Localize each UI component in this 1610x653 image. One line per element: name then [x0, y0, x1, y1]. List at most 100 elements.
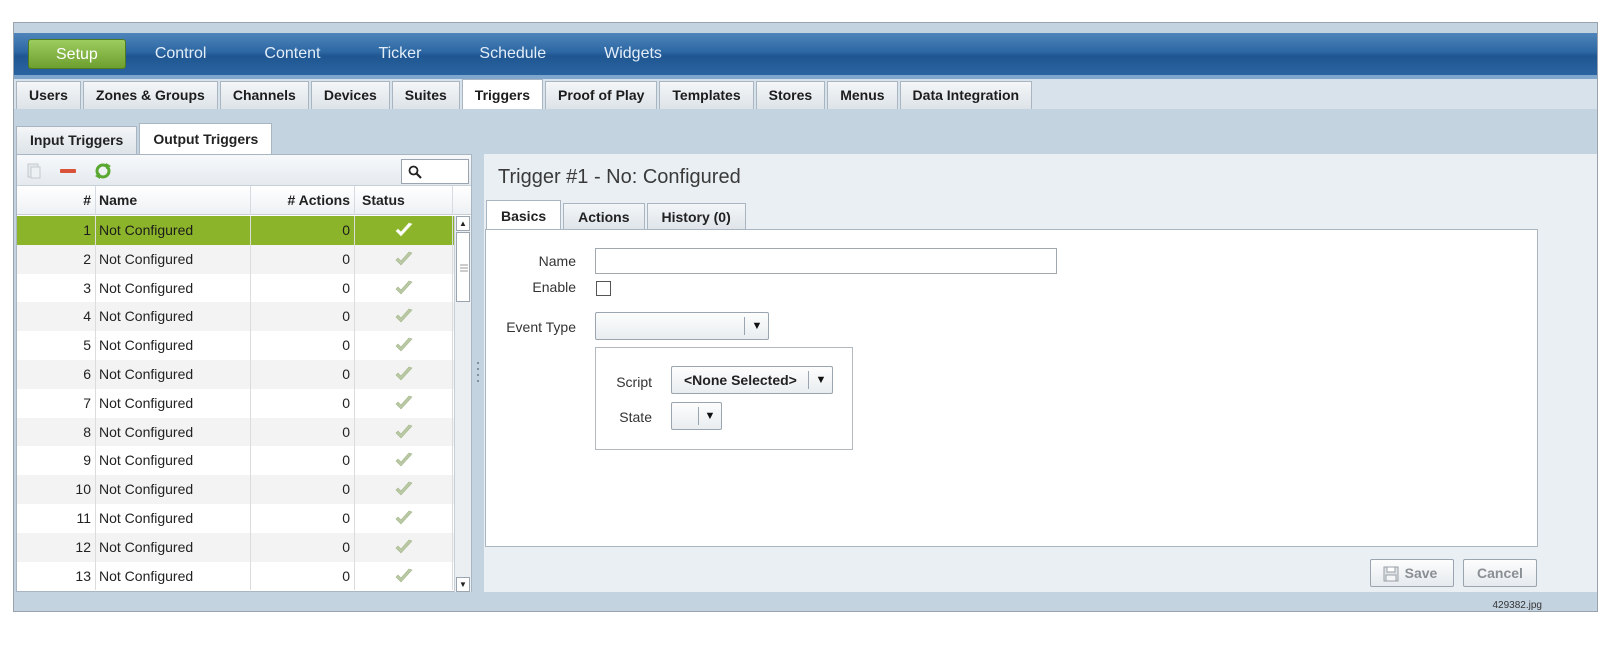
name-label: Name [538, 253, 576, 269]
row-number: 3 [17, 273, 96, 303]
row-name: Not Configured [97, 302, 251, 332]
row-name: Not Configured [97, 532, 251, 562]
column-header-number[interactable]: # [17, 186, 96, 215]
search-input[interactable] [401, 159, 469, 184]
row-status [356, 388, 453, 418]
topnav-setup[interactable]: Setup [28, 39, 126, 69]
row-number: 1 [17, 216, 96, 245]
topnav-ticker[interactable]: Ticker [349, 39, 450, 69]
row-number: 13 [17, 561, 96, 591]
topnav-widgets[interactable]: Widgets [575, 39, 691, 69]
table-row[interactable]: 11 Not Configured 0 [17, 503, 454, 533]
tab-stores[interactable]: Stores [755, 81, 826, 109]
row-action-count: 0 [252, 503, 355, 533]
table-row[interactable]: 9 Not Configured 0 [17, 446, 454, 476]
tab-templates[interactable]: Templates [659, 81, 754, 109]
script-select[interactable]: <None Selected> ▼ [671, 366, 833, 394]
row-action-count: 0 [252, 561, 355, 591]
row-number: 11 [17, 503, 96, 533]
tab-menus[interactable]: Menus [827, 81, 898, 109]
image-filename: 429382.jpg [1492, 600, 1543, 611]
tab-input-triggers[interactable]: Input Triggers [16, 126, 138, 154]
tab-history[interactable]: History (0) [646, 203, 746, 231]
table-row[interactable]: 3 Not Configured 0 [17, 273, 454, 303]
table-row[interactable]: 1 Not Configured 0 [17, 216, 454, 245]
table-row[interactable]: 10 Not Configured 0 [17, 475, 454, 504]
scroll-up-icon[interactable]: ▲ [456, 216, 470, 231]
table-row[interactable]: 6 Not Configured 0 [17, 359, 454, 389]
app-window: Setup Control Content Ticker Schedule Wi… [13, 22, 1598, 612]
basics-form: Name Enable Event Type ▼ Script <None Se… [485, 229, 1538, 547]
refresh-icon[interactable] [94, 162, 112, 180]
column-header-name[interactable]: Name [97, 186, 251, 215]
topnav-control[interactable]: Control [126, 39, 236, 69]
table-row[interactable]: 7 Not Configured 0 [17, 388, 454, 418]
table-row[interactable]: 5 Not Configured 0 [17, 331, 454, 360]
tab-triggers[interactable]: Triggers [461, 79, 544, 109]
checkmark-icon [395, 453, 413, 467]
checkmark-icon [395, 395, 413, 410]
tab-basics[interactable]: Basics [486, 200, 562, 231]
subtabs-area: Input Triggers Output Triggers [14, 109, 1597, 154]
save-button[interactable]: Save [1370, 559, 1454, 587]
checkmark-icon [395, 424, 413, 439]
scroll-thumb[interactable] [456, 232, 470, 302]
grip-icon [460, 264, 468, 272]
detail-title: Trigger #1 - No: Configured [498, 166, 741, 188]
table-row[interactable]: 4 Not Configured 0 [17, 302, 454, 332]
list-scrollbar[interactable]: ▲ ▼ [454, 216, 471, 592]
tab-suites[interactable]: Suites [391, 81, 460, 109]
tab-data-integration[interactable]: Data Integration [899, 81, 1033, 109]
enable-label: Enable [532, 279, 576, 295]
topnav-content[interactable]: Content [235, 39, 349, 69]
tab-actions[interactable]: Actions [563, 203, 645, 231]
copy-icon[interactable] [25, 162, 43, 180]
row-name: Not Configured [97, 388, 251, 418]
column-header-status[interactable]: Status [356, 186, 453, 215]
column-header-actions[interactable]: # Actions [252, 186, 355, 215]
row-action-count: 0 [252, 273, 355, 303]
checkmark-icon [395, 222, 413, 237]
checkmark-icon [395, 510, 413, 525]
table-row[interactable]: 13 Not Configured 0 [17, 561, 454, 591]
tab-zones-groups[interactable]: Zones & Groups [82, 81, 218, 109]
table-row[interactable]: 12 Not Configured 0 [17, 532, 454, 562]
sub-tabs: Input Triggers Output Triggers [16, 122, 274, 154]
row-name: Not Configured [97, 561, 251, 591]
name-input[interactable] [595, 248, 1057, 274]
state-select[interactable]: ▼ [671, 402, 722, 430]
remove-icon[interactable] [59, 162, 77, 180]
cancel-button[interactable]: Cancel [1463, 559, 1537, 587]
script-label: Script [616, 374, 652, 390]
script-value: <None Selected> [684, 372, 797, 388]
table-row[interactable]: 8 Not Configured 0 [17, 417, 454, 447]
row-status [356, 417, 453, 447]
state-value [672, 403, 684, 429]
event-options-box: Script <None Selected> ▼ State ▼ [595, 347, 853, 450]
enable-checkbox[interactable] [596, 281, 611, 296]
row-action-count: 0 [252, 388, 355, 418]
row-name: Not Configured [97, 331, 251, 360]
chevron-down-icon: ▼ [704, 410, 716, 422]
tab-channels[interactable]: Channels [219, 81, 309, 109]
row-status [356, 302, 453, 332]
row-name: Not Configured [97, 359, 251, 389]
tab-proof-of-play[interactable]: Proof of Play [545, 81, 658, 109]
panel-splitter[interactable] [473, 154, 484, 592]
row-number: 2 [17, 244, 96, 274]
row-name: Not Configured [97, 273, 251, 303]
event-type-value [596, 313, 608, 339]
row-status [356, 273, 453, 303]
tab-output-triggers[interactable]: Output Triggers [139, 123, 273, 154]
tab-users[interactable]: Users [16, 81, 81, 109]
event-type-select[interactable]: ▼ [595, 312, 769, 340]
checkmark-icon [395, 539, 413, 554]
checkmark-icon [395, 568, 413, 582]
search-icon [408, 165, 422, 179]
tab-devices[interactable]: Devices [310, 81, 390, 109]
topnav-schedule[interactable]: Schedule [450, 39, 575, 69]
scroll-down-icon[interactable]: ▼ [456, 577, 470, 592]
row-status [356, 244, 453, 274]
table-row[interactable]: 2 Not Configured 0 [17, 244, 454, 274]
row-number: 4 [17, 302, 96, 332]
